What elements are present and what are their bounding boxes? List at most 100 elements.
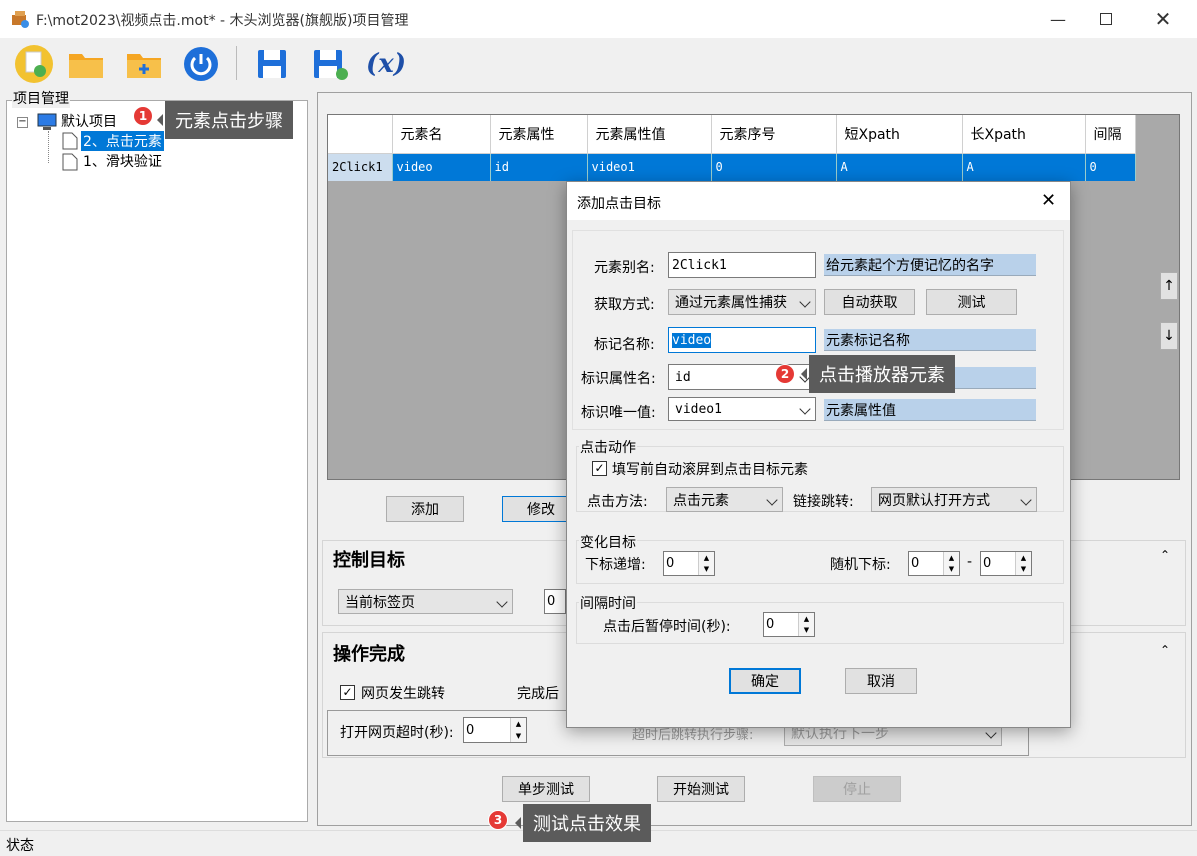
new-project-button[interactable] <box>14 44 54 84</box>
project-panel-label: 项目管理 <box>12 88 70 108</box>
file-icon <box>62 153 78 171</box>
chevron-down-icon <box>799 403 811 415</box>
tag-label: 标记名称: <box>594 337 655 353</box>
tag-input[interactable]: video <box>668 327 816 353</box>
dialog-title: 添加点击目标 <box>577 196 661 212</box>
maximize-button[interactable] <box>1083 0 1129 38</box>
save-as-icon <box>314 50 348 80</box>
collapse-up-icon[interactable]: ⌃ <box>1160 643 1170 657</box>
tag-hint: 元素标记名称 <box>824 329 1036 351</box>
method-select[interactable]: 通过元素属性捕获 <box>668 289 816 315</box>
unique-value: video1 <box>675 401 722 417</box>
cancel-button[interactable]: 取消 <box>845 668 917 694</box>
column-header: 元素名 <box>392 115 491 154</box>
auto-scroll-checkbox[interactable]: ✓ <box>592 461 607 476</box>
row-header-cell[interactable]: 2Click1 <box>328 153 393 181</box>
table-cell[interactable]: id <box>490 153 588 181</box>
move-up-button[interactable]: ↑ <box>1160 272 1178 300</box>
collapse-toggle[interactable]: − <box>17 117 28 128</box>
unique-select[interactable]: video1 <box>668 397 816 421</box>
add-button[interactable]: 添加 <box>386 496 464 522</box>
power-icon <box>184 47 218 81</box>
folder-add-icon <box>127 54 161 78</box>
add-click-target-dialog: 添加点击目标 ✕ 元素别名: 2Click1 给元素起个方便记忆的名字 获取方式… <box>566 181 1071 728</box>
tab-select[interactable]: 当前标签页 <box>338 589 513 614</box>
minimize-button[interactable]: — <box>1035 0 1081 38</box>
save-button[interactable] <box>252 44 292 84</box>
change-target-label: 变化目标 <box>579 532 637 552</box>
open-project-button[interactable] <box>66 44 106 84</box>
operation-done-title: 操作完成 <box>333 644 405 665</box>
start-test-button[interactable]: 开始测试 <box>657 776 745 802</box>
table-cell[interactable]: video1 <box>587 153 712 181</box>
control-target-title: 控制目标 <box>333 550 405 571</box>
page-jump-checkbox[interactable]: ✓ <box>340 685 355 700</box>
spin-arrows-icon: ▲ ▼ <box>943 552 959 575</box>
stop-button[interactable]: 停止 <box>813 776 901 802</box>
toolbar: (x) <box>0 38 1197 90</box>
power-button[interactable] <box>181 44 221 84</box>
table-cell[interactable]: A <box>962 153 1086 181</box>
spinner-value: 0 <box>466 722 475 738</box>
title-bar: F:\mot2023\视频点击.mot* - 木头浏览器(旗舰版)项目管理 — … <box>0 0 1197 38</box>
tree-item-slider-verify[interactable]: 1、滑块验证 <box>83 151 162 171</box>
callout-tooltip: 点击播放器元素 <box>801 355 955 393</box>
arrow-down-icon: ↓ <box>1163 328 1175 344</box>
random-index-label: 随机下标: <box>830 557 891 573</box>
table-cell[interactable]: video <box>392 153 491 181</box>
variables-button[interactable]: (x) <box>366 44 406 84</box>
control-target-spinner[interactable]: 0 <box>544 589 566 614</box>
column-header: 短Xpath <box>836 115 963 154</box>
click-method-value: 点击元素 <box>673 492 729 509</box>
project-tree <box>6 100 308 822</box>
timeout-spinner[interactable]: 0 ▲ ▼ <box>463 717 527 743</box>
save-as-button[interactable] <box>310 44 350 84</box>
chevron-down-icon <box>1020 493 1032 506</box>
attr-label: 标识属性名: <box>581 371 656 387</box>
app-logo-icon <box>12 11 29 28</box>
single-step-test-button[interactable]: 单步测试 <box>502 776 590 802</box>
auto-fetch-button[interactable]: 自动获取 <box>824 289 915 315</box>
timeout-label: 打开网页超时(秒): <box>340 725 454 741</box>
dialog-close-icon[interactable]: ✕ <box>1041 190 1056 211</box>
folder-icon <box>69 54 103 78</box>
ok-button[interactable]: 确定 <box>729 668 801 694</box>
toolbar-separator <box>236 46 237 80</box>
spinner-value: 0 <box>911 556 920 571</box>
collapse-up-icon[interactable]: ⌃ <box>1160 548 1170 562</box>
table-cell[interactable]: A <box>836 153 963 181</box>
close-window-button[interactable]: ✕ <box>1140 0 1186 38</box>
table-cell[interactable]: 0 <box>711 153 837 181</box>
table-cell[interactable]: 0 <box>1085 153 1136 181</box>
callout-tooltip: 元素点击步骤 <box>157 101 293 139</box>
table-row[interactable]: 2Click1 video id video1 0 A A 0 <box>328 153 1136 181</box>
chevron-down-icon <box>496 595 508 608</box>
chevron-down-icon <box>799 296 811 308</box>
unique-hint: 元素属性值 <box>824 399 1036 421</box>
spin-arrows-icon: ▲ ▼ <box>698 552 714 575</box>
index-increment-spinner[interactable]: 0 ▲ ▼ <box>663 551 715 576</box>
page-jump-label: 网页发生跳转 <box>361 686 445 702</box>
tree-item-click-element[interactable]: 2、点击元素 <box>81 131 164 151</box>
arrow-up-icon: ↑ <box>1163 278 1175 294</box>
alias-input[interactable]: 2Click1 <box>668 252 816 278</box>
maximize-icon <box>1100 13 1112 25</box>
tree-root[interactable]: 默认项目 <box>61 111 117 131</box>
alias-label: 元素别名: <box>594 260 655 276</box>
new-file-icon <box>15 45 53 83</box>
test-button[interactable]: 测试 <box>926 289 1017 315</box>
dialog-title-bar: 添加点击目标 ✕ <box>567 182 1070 220</box>
random-from-spinner[interactable]: 0 ▲ ▼ <box>908 551 960 576</box>
move-down-button[interactable]: ↓ <box>1160 322 1178 350</box>
click-method-select[interactable]: 点击元素 <box>666 487 783 512</box>
link-jump-select[interactable]: 网页默认打开方式 <box>871 487 1037 512</box>
random-to-spinner[interactable]: 0 ▲ ▼ <box>980 551 1032 576</box>
step-badge: 3 <box>488 810 508 830</box>
add-folder-button[interactable] <box>124 44 164 84</box>
column-header: 元素序号 <box>711 115 837 154</box>
pause-spinner[interactable]: 0 ▲ ▼ <box>763 612 815 637</box>
link-jump-label: 链接跳转: <box>793 494 854 510</box>
click-action-label: 点击动作 <box>579 437 637 457</box>
index-increment-label: 下标递增: <box>585 557 646 573</box>
window-title: F:\mot2023\视频点击.mot* - 木头浏览器(旗舰版)项目管理 <box>36 13 409 29</box>
